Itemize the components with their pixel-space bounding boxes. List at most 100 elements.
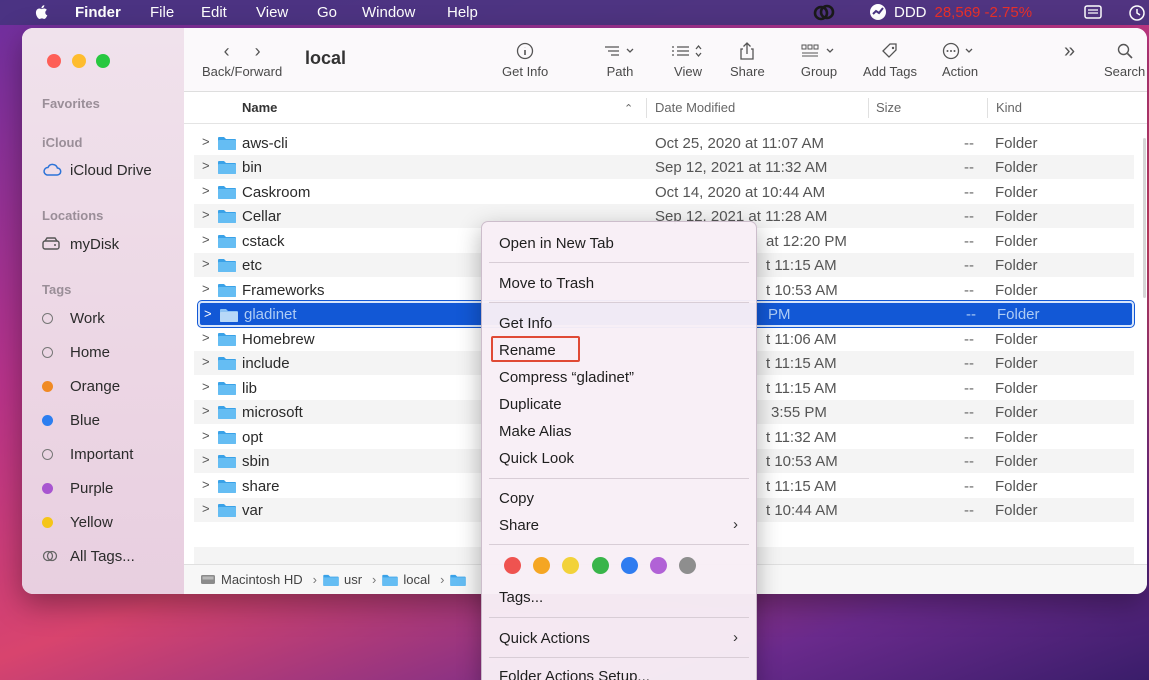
sidebar-item-icloud-drive[interactable]: iCloud Drive — [42, 158, 152, 182]
minimize-button[interactable] — [72, 54, 86, 68]
action-button[interactable]: Action — [942, 38, 978, 79]
menu-help[interactable]: Help — [447, 4, 478, 21]
table-row[interactable]: > aws-cli Oct 25, 2020 at 11:07 AM -- Fo… — [194, 131, 1134, 155]
menu-item-move-to-trash[interactable]: Move to Trash — [499, 275, 594, 292]
table-row[interactable]: > bin Sep 12, 2021 at 11:32 AM -- Folder — [194, 155, 1134, 179]
folder-icon — [218, 137, 236, 150]
disclosure-chevron-icon[interactable]: > — [202, 403, 210, 418]
apple-icon[interactable] — [33, 3, 51, 21]
file-name: Caskroom — [242, 184, 311, 201]
menu-item-get-info[interactable]: Get Info — [499, 315, 552, 332]
disclosure-chevron-icon[interactable]: > — [202, 330, 210, 345]
path-segment-local[interactable]: local — [382, 572, 430, 587]
file-name: Homebrew — [242, 331, 315, 348]
get-info-button[interactable]: Get Info — [502, 38, 548, 79]
menu-item-share[interactable]: Share — [499, 517, 539, 534]
table-row[interactable]: > Caskroom Oct 14, 2020 at 10:44 AM -- F… — [194, 180, 1134, 204]
vertical-scrollbar[interactable] — [1143, 138, 1146, 298]
group-button[interactable]: Group — [800, 38, 838, 79]
clock-icon[interactable] — [1128, 4, 1146, 22]
tag-color-green[interactable] — [592, 557, 609, 574]
path-segment-usr[interactable]: usr — [323, 572, 362, 587]
column-size[interactable]: Size — [876, 100, 901, 115]
sidebar-all-tags[interactable]: All Tags... — [42, 544, 135, 568]
back-forward-control[interactable]: ‹ › Back/Forward — [202, 38, 282, 80]
path-button[interactable]: Path — [603, 38, 637, 79]
menu-item-make-alias[interactable]: Make Alias — [499, 423, 572, 440]
disclosure-chevron-icon[interactable]: > — [204, 306, 212, 321]
path-segment-macintosh-hd[interactable]: Macintosh HD — [200, 572, 303, 587]
share-button[interactable]: Share — [730, 38, 765, 79]
menu-separator — [489, 262, 749, 263]
disclosure-chevron-icon[interactable]: > — [202, 379, 210, 394]
tag-color-yellow[interactable] — [562, 557, 579, 574]
menu-view[interactable]: View — [256, 4, 288, 21]
disclosure-chevron-icon[interactable]: > — [202, 428, 210, 443]
menu-item-open-in-new-tab[interactable]: Open in New Tab — [499, 235, 614, 252]
disclosure-chevron-icon[interactable]: > — [202, 281, 210, 296]
disclosure-chevron-icon[interactable]: > — [202, 134, 210, 149]
tag-color-purple[interactable] — [650, 557, 667, 574]
add-tags-button[interactable]: Add Tags — [863, 38, 917, 79]
all-tags-icon — [42, 550, 64, 562]
sidebar-tag-work[interactable]: Work — [42, 306, 105, 330]
sidebar-tag-purple[interactable]: Purple — [42, 476, 113, 500]
sidebar-tag-home[interactable]: Home — [42, 340, 110, 364]
disclosure-chevron-icon[interactable]: > — [202, 232, 210, 247]
sidebar-tag-yellow[interactable]: Yellow — [42, 510, 113, 534]
creative-cloud-icon[interactable] — [812, 2, 836, 22]
disclosure-chevron-icon[interactable]: > — [202, 452, 210, 467]
menu-item-compress[interactable]: Compress “gladinet” — [499, 369, 634, 386]
keyboard-input-icon[interactable] — [1084, 4, 1102, 20]
menu-item-duplicate[interactable]: Duplicate — [499, 396, 562, 413]
sidebar-item-mydisk[interactable]: myDisk — [42, 232, 119, 256]
zoom-button[interactable] — [96, 54, 110, 68]
menu-item-tags[interactable]: Tags... — [499, 589, 543, 606]
file-date: Oct 25, 2020 at 11:07 AM — [655, 135, 824, 152]
disclosure-chevron-icon[interactable]: > — [202, 183, 210, 198]
file-kind: Folder — [995, 478, 1038, 495]
disclosure-chevron-icon[interactable]: > — [202, 158, 210, 173]
disclosure-chevron-icon[interactable]: > — [202, 477, 210, 492]
sidebar-tag-orange[interactable]: Orange — [42, 374, 120, 398]
back-chevron-icon[interactable]: ‹ — [224, 41, 230, 62]
file-kind: Folder — [995, 331, 1038, 348]
close-button[interactable] — [47, 54, 61, 68]
folder-icon — [218, 259, 236, 272]
file-name: sbin — [242, 453, 270, 470]
tag-color-gray[interactable] — [679, 557, 696, 574]
disclosure-chevron-icon[interactable]: > — [202, 256, 210, 271]
menu-item-folder-actions-setup[interactable]: Folder Actions Setup... — [499, 668, 650, 680]
menu-window[interactable]: Window — [362, 4, 415, 21]
menu-edit[interactable]: Edit — [201, 4, 227, 21]
menu-file[interactable]: File — [150, 4, 174, 21]
group-grid-icon — [801, 44, 834, 57]
tag-color-blue[interactable] — [621, 557, 638, 574]
file-name: microsoft — [242, 404, 303, 421]
tag-color-red[interactable] — [504, 557, 521, 574]
view-button[interactable]: View — [670, 38, 706, 79]
tag-color-orange[interactable] — [533, 557, 550, 574]
menu-item-rename[interactable]: Rename — [499, 342, 556, 359]
file-name: bin — [242, 159, 263, 176]
column-name[interactable]: Name — [242, 100, 277, 115]
more-toolbar-button[interactable]: » — [1064, 38, 1075, 64]
menu-item-quick-actions[interactable]: Quick Actions — [499, 630, 590, 647]
file-kind: Folder — [995, 502, 1038, 519]
file-date: Sep 12, 2021 at 11:32 AM — [655, 159, 828, 176]
menu-item-copy[interactable]: Copy — [499, 490, 534, 507]
column-kind[interactable]: Kind — [996, 100, 1022, 115]
stock-ticker-status[interactable]: DDD 28,569 -2.75% — [868, 3, 1032, 21]
disclosure-chevron-icon[interactable]: > — [202, 501, 210, 516]
sidebar-tag-blue[interactable]: Blue — [42, 408, 100, 432]
tag-ring-icon — [42, 448, 53, 460]
menu-item-quick-look[interactable]: Quick Look — [499, 450, 574, 467]
menu-finder[interactable]: Finder — [75, 4, 121, 21]
disclosure-chevron-icon[interactable]: > — [202, 354, 210, 369]
sidebar-tag-important[interactable]: Important — [42, 442, 133, 466]
disclosure-chevron-icon[interactable]: > — [202, 207, 210, 222]
menu-go[interactable]: Go — [317, 4, 337, 21]
forward-chevron-icon[interactable]: › — [255, 41, 261, 62]
search-button[interactable]: Search — [1104, 38, 1145, 79]
column-date-modified[interactable]: Date Modified — [655, 100, 735, 115]
